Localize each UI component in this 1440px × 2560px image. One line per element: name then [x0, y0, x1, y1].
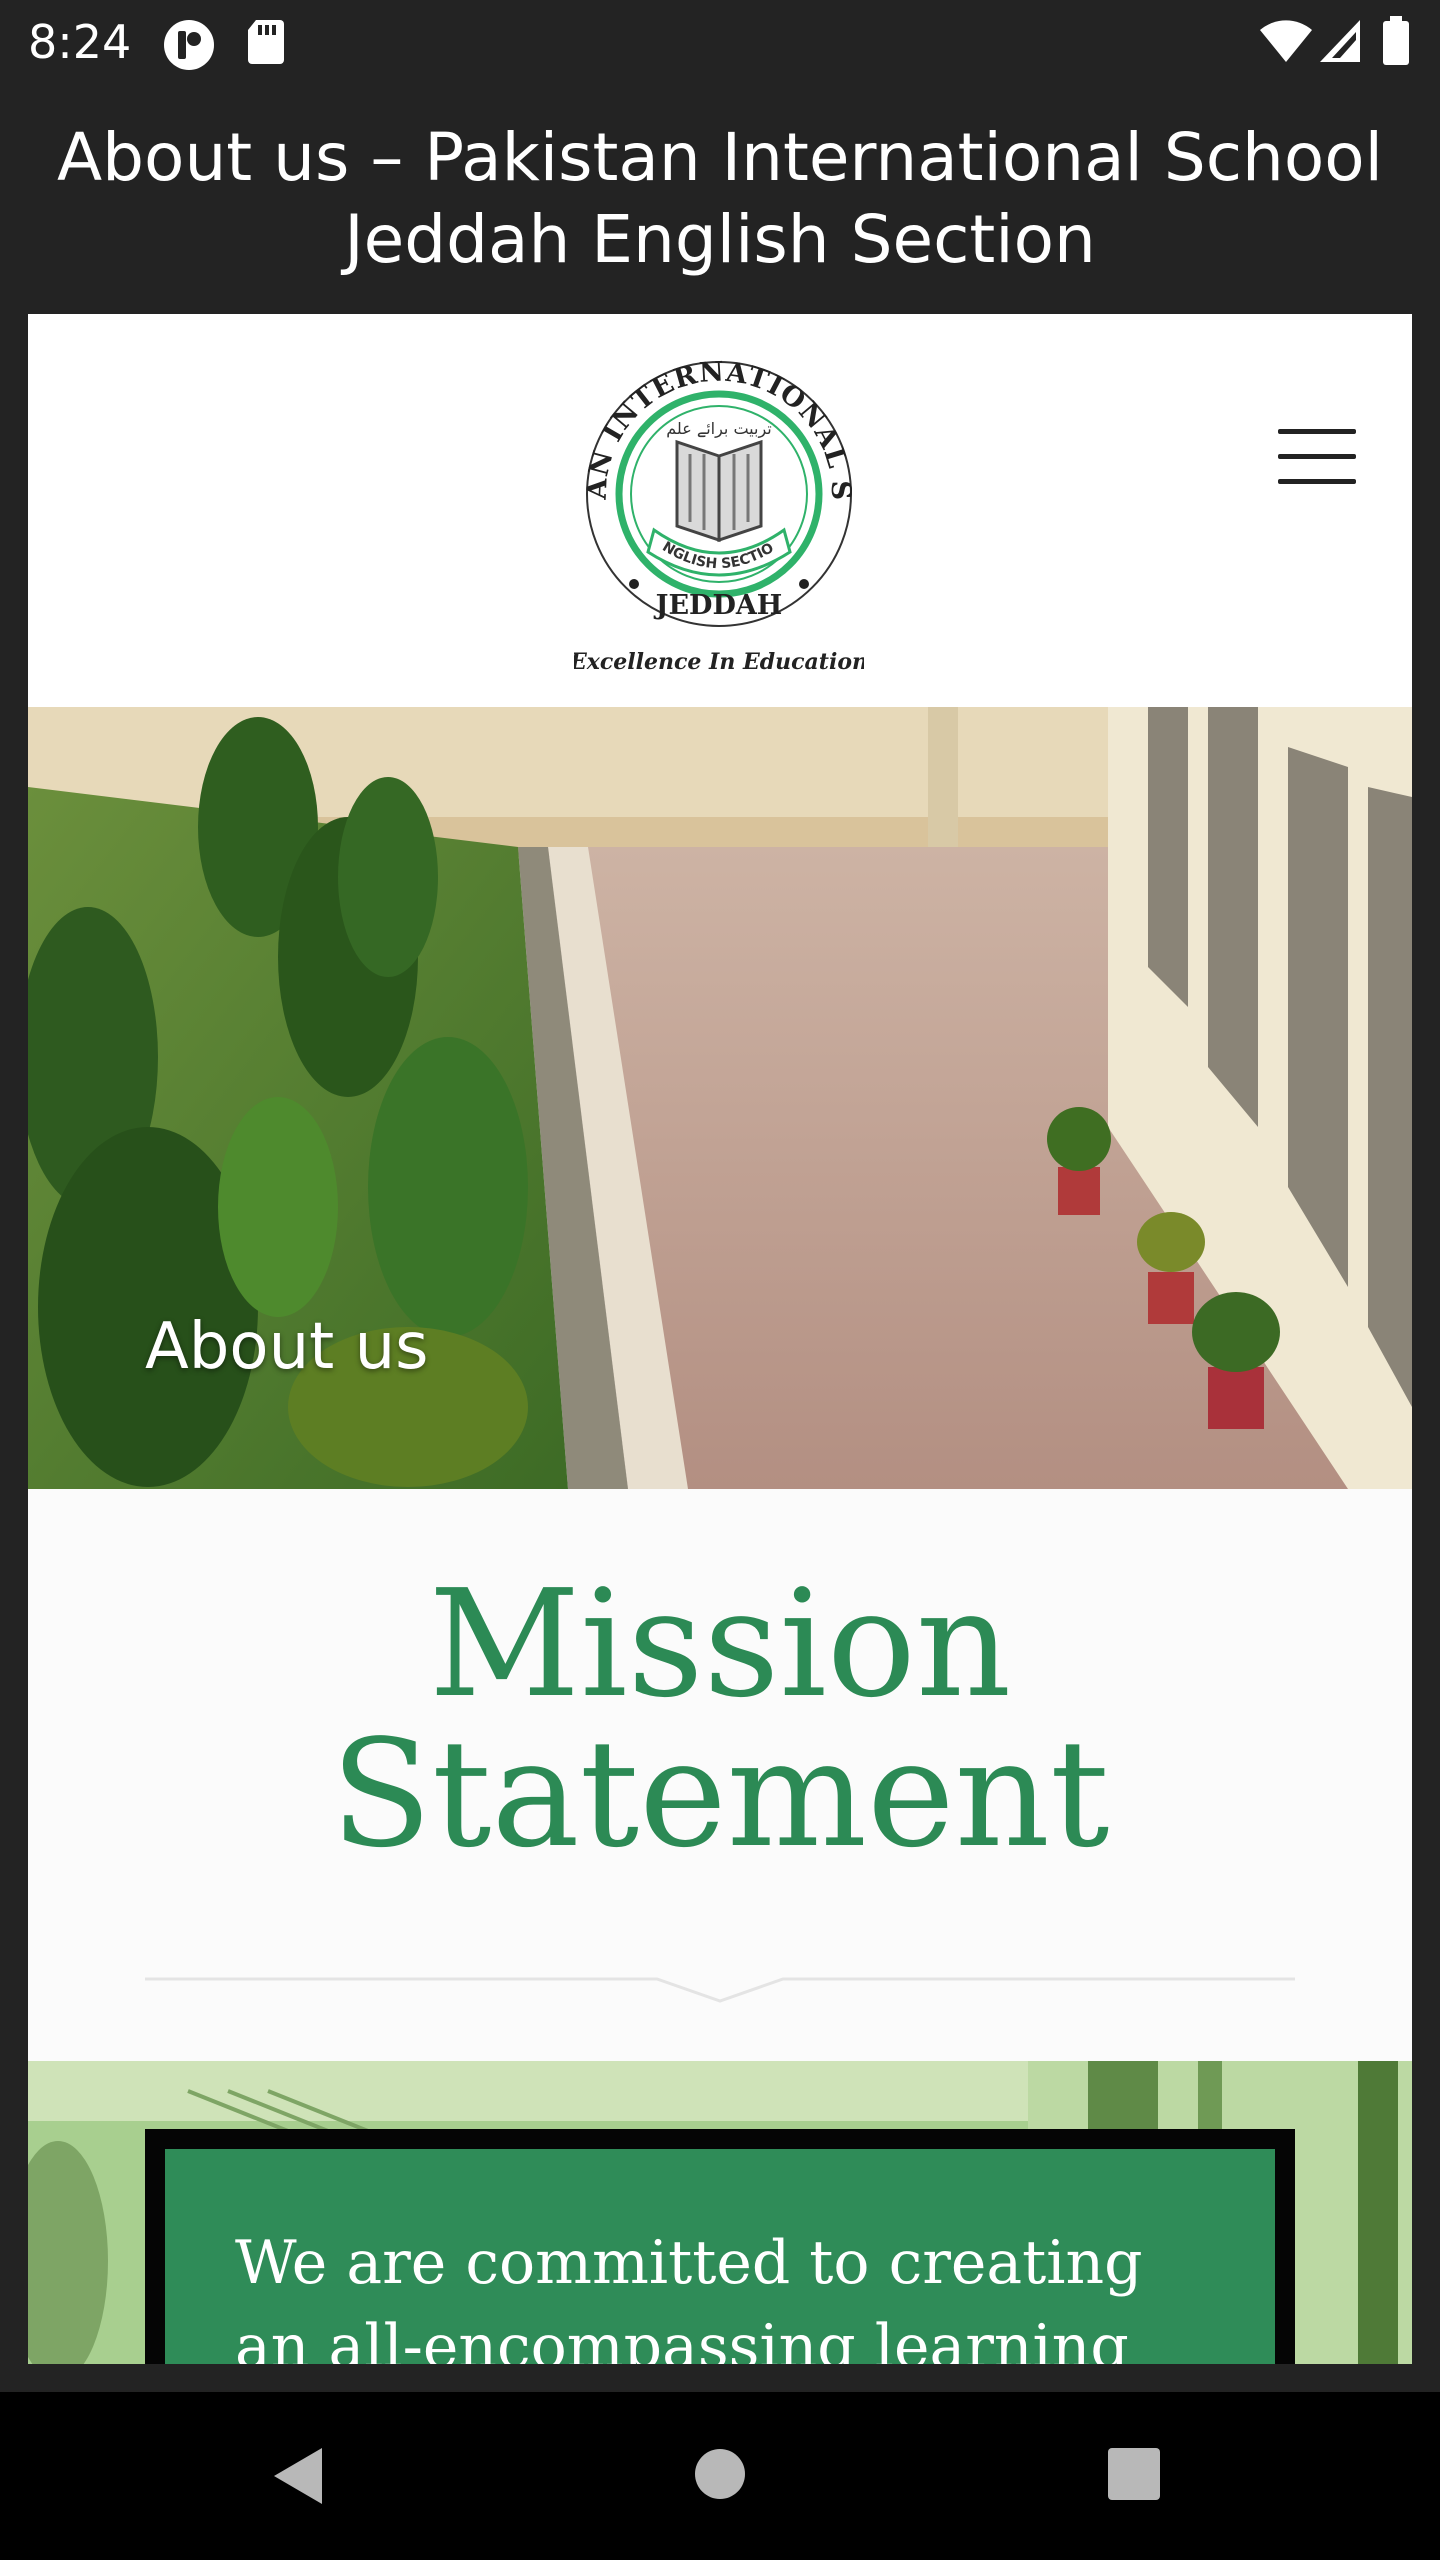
status-bar: 8:24 [0, 0, 1440, 84]
navigation-bar [0, 2392, 1440, 2560]
page-title: About us – Pakistan International School… [57, 119, 1383, 278]
hero-title: About us [145, 1310, 429, 1384]
svg-text:تربیت برائے علم: تربیت برائے علم [666, 419, 772, 439]
svg-text:JEDDAH: JEDDAH [654, 590, 783, 621]
sd-card-icon [246, 18, 286, 70]
school-logo[interactable]: PAKISTAN INTERNATIONAL SCHOOL تربیت برائ… [561, 320, 868, 684]
cellular-signal-icon [1318, 18, 1362, 68]
home-icon[interactable] [694, 2448, 746, 2504]
wifi-icon [1258, 18, 1314, 68]
back-icon[interactable] [270, 2446, 330, 2510]
mission-heading: Mission Statement [28, 1569, 1412, 1869]
battery-icon [1382, 16, 1410, 70]
site-header: PAKISTAN INTERNATIONAL SCHOOL تربیت برائ… [28, 314, 1412, 707]
webpage-content[interactable]: PAKISTAN INTERNATIONAL SCHOOL تربیت برائ… [28, 314, 1412, 2364]
mission-heading-line2: Statement [330, 1708, 1110, 1880]
recents-icon[interactable] [1108, 2448, 1160, 2504]
notification-app-icon [162, 18, 216, 76]
mission-text: We are committed to creating an all-enco… [235, 2228, 1143, 2364]
hamburger-menu-icon[interactable] [1278, 429, 1360, 493]
mission-heading-line1: Mission [428, 1558, 1012, 1730]
section-divider [145, 1977, 1295, 2003]
hero-banner: About us [28, 707, 1412, 1489]
mission-box: We are committed to creating an all-enco… [165, 2149, 1275, 2364]
svg-text:Excellence In Education: Excellence In Education [574, 649, 864, 675]
app-title-bar: About us – Pakistan International School… [0, 84, 1440, 314]
mission-section: We are committed to creating an all-enco… [28, 2061, 1412, 2364]
mission-frame: We are committed to creating an all-enco… [145, 2129, 1295, 2364]
status-time: 8:24 [28, 15, 132, 69]
